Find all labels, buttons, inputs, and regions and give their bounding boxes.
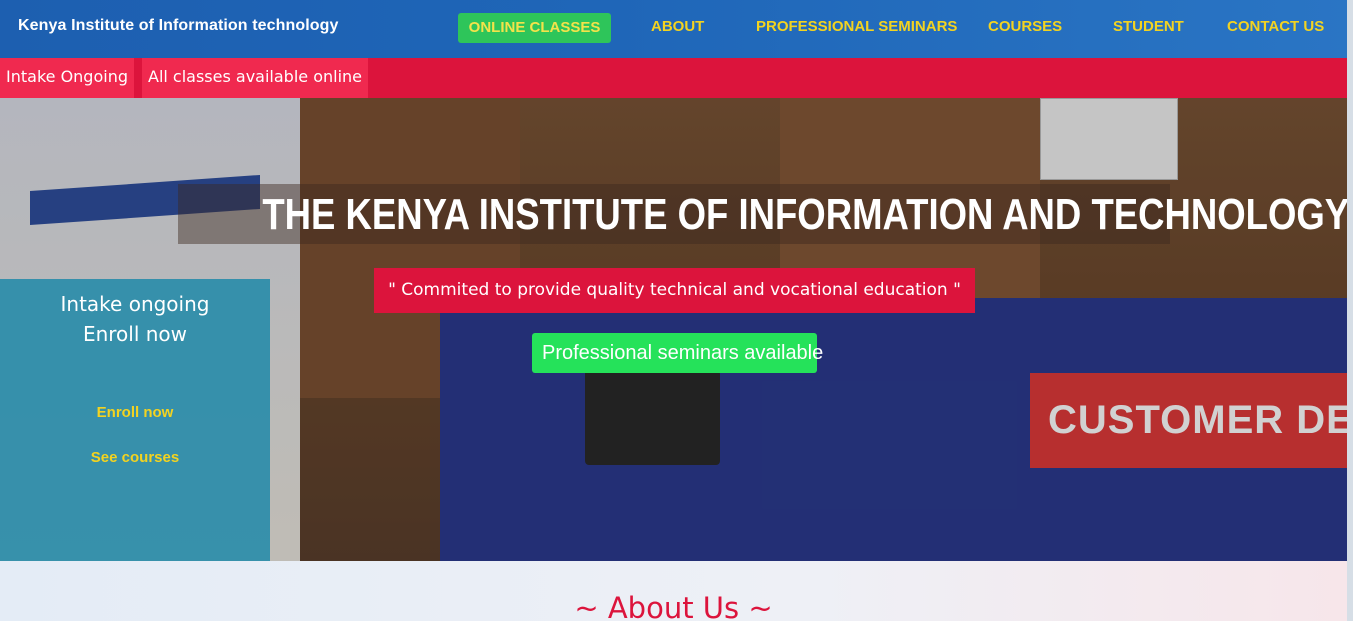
- enroll-heading-line2: Enroll now: [82, 322, 188, 346]
- announcement-strip: Intake Ongoing All classes available onl…: [0, 58, 1353, 98]
- page-scrollbar[interactable]: [1347, 0, 1353, 621]
- enroll-now-link[interactable]: Enroll now: [0, 404, 270, 421]
- hero-title: THE KENYA INSTITUTE OF INFORMATION AND T…: [262, 190, 1350, 239]
- about-title: ~ About Us ~: [574, 591, 773, 621]
- seminars-available-button[interactable]: Professional seminars available: [532, 333, 823, 373]
- nav-contact-link[interactable]: CONTACT US: [1227, 18, 1324, 35]
- see-courses-link[interactable]: See courses: [0, 449, 270, 466]
- site-brand[interactable]: Kenya Institute of Information technolog…: [18, 17, 339, 35]
- classes-online-chip: All classes available online: [142, 58, 369, 98]
- about-section: ~ About Us ~: [0, 561, 1347, 621]
- hero-tagline: " Commited to provide quality technical …: [374, 268, 975, 313]
- enroll-heading-line1: Intake ongoing: [60, 292, 210, 316]
- top-navbar: Kenya Institute of Information technolog…: [0, 0, 1353, 58]
- nav-about-link[interactable]: ABOUT: [651, 18, 704, 35]
- nav-seminars-link[interactable]: PROFESSIONAL SEMINARS: [756, 18, 957, 35]
- intake-ongoing-chip: Intake Ongoing: [0, 58, 134, 98]
- enroll-panel: Intake ongoing Enroll now Enroll now See…: [0, 279, 270, 561]
- nav-student-link[interactable]: STUDENT: [1113, 18, 1184, 35]
- nav-courses-link[interactable]: COURSES: [988, 18, 1062, 35]
- nav-online-classes-button[interactable]: ONLINE CLASSES: [458, 13, 611, 43]
